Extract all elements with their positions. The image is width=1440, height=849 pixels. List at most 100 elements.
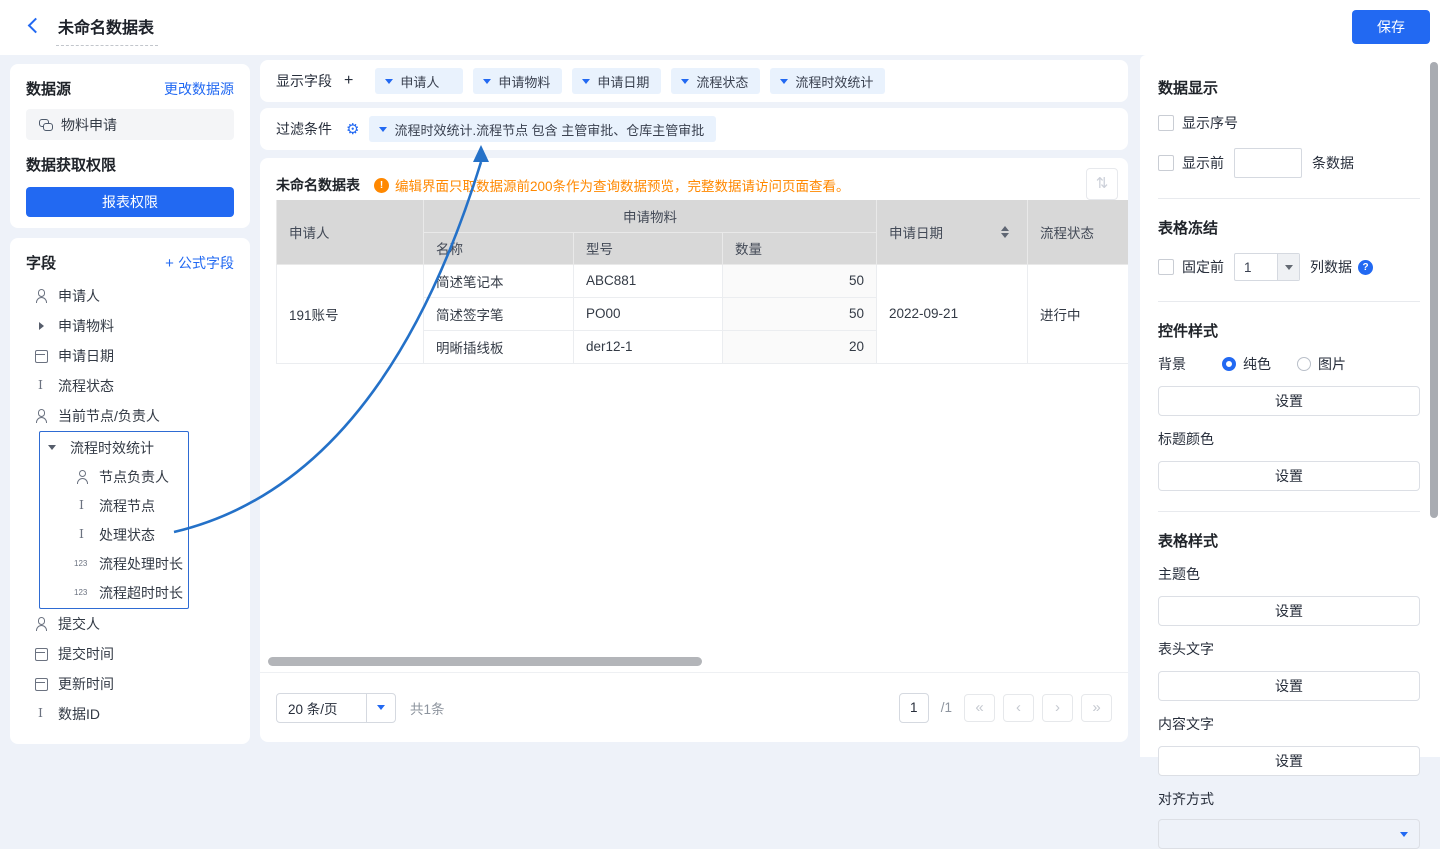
last-page-icon[interactable]: »	[1081, 694, 1112, 722]
topbar: 未命名数据表 保存	[0, 0, 1440, 55]
filter-condition-chip[interactable]: 流程时效统计.流程节点 包含 主管审批、仓库主管审批	[369, 116, 716, 142]
display-field-chip-material[interactable]: 申请物料	[473, 68, 562, 94]
first-page-icon[interactable]: «	[964, 694, 995, 722]
cell-qty: 20	[723, 330, 877, 363]
preview-notice: ! 编辑界面只取数据源前200条作为查询数据预览，完整数据请访问页面查看。	[374, 175, 850, 195]
fix-columns-checkbox[interactable]	[1158, 259, 1174, 275]
radio-image[interactable]	[1297, 357, 1311, 371]
table-row: 191账号 简述笔记本 ABC881 50 2022-09-21 进行中	[277, 264, 1129, 297]
add-display-field-button[interactable]: +	[344, 72, 353, 90]
show-first-label: 显示前	[1182, 153, 1224, 173]
page-size-select[interactable]: 20 条/页	[276, 693, 396, 723]
chevron-down-icon	[366, 694, 395, 722]
text-icon	[33, 378, 49, 394]
field-item-node-owner[interactable]: 节点负责人	[40, 462, 188, 491]
field-group-flow-stats[interactable]: 流程时效统计	[40, 433, 188, 462]
background-label: 背景	[1158, 354, 1222, 374]
field-item-flow-status[interactable]: 流程状态	[26, 371, 234, 401]
field-item-handle-status[interactable]: 处理状态	[40, 520, 188, 549]
add-formula-field-link[interactable]: + 公式字段	[165, 253, 234, 273]
align-select[interactable]	[1158, 819, 1420, 849]
save-button[interactable]: 保存	[1352, 10, 1430, 44]
chevron-down-icon	[780, 79, 788, 84]
table-style-heading: 表格样式	[1158, 530, 1420, 551]
show-first-checkbox[interactable]	[1158, 155, 1174, 171]
column-header-model: 型号	[574, 232, 723, 264]
field-item-data-id[interactable]: 数据ID	[26, 699, 234, 729]
pagination-bar: 20 条/页 共1条 /1 « ‹ › »	[260, 672, 1128, 742]
title-color-set-button[interactable]: 设置	[1158, 461, 1420, 491]
field-item-current-node[interactable]: 当前节点/负责人	[26, 401, 234, 431]
radio-image-label: 图片	[1318, 354, 1346, 374]
fix-columns-select[interactable]: 1	[1234, 253, 1300, 281]
cell-qty: 50	[723, 264, 877, 297]
cell-model: PO00	[574, 297, 723, 330]
user-icon	[33, 616, 49, 632]
calendar-icon	[33, 646, 49, 662]
divider	[1158, 198, 1420, 199]
vertical-scrollbar[interactable]	[1430, 62, 1438, 518]
radio-solid-color[interactable]	[1222, 357, 1236, 371]
column-header-date[interactable]: 申请日期	[877, 200, 1028, 264]
field-item-material[interactable]: 申请物料	[26, 311, 234, 341]
column-header-status: 流程状态	[1028, 200, 1128, 264]
question-icon[interactable]: ?	[1358, 260, 1373, 275]
user-icon	[33, 288, 49, 304]
text-icon	[74, 498, 90, 514]
display-field-chip-applicant[interactable]: 申请人	[375, 68, 463, 94]
chevron-down-icon	[483, 79, 491, 84]
expand-right-icon[interactable]	[33, 318, 49, 334]
field-item-apply-date[interactable]: 申请日期	[26, 341, 234, 371]
number-icon	[74, 585, 90, 601]
field-item-applicant[interactable]: 申请人	[26, 281, 234, 311]
horizontal-scrollbar[interactable]	[268, 657, 702, 666]
field-item-overtime-duration[interactable]: 流程超时时长	[40, 578, 188, 607]
chevron-down-icon	[385, 79, 393, 84]
gear-icon[interactable]: ⚙	[346, 122, 359, 137]
display-field-chip-flow-stats[interactable]: 流程时效统计	[770, 68, 885, 94]
back-icon[interactable]	[28, 20, 39, 31]
cell-name: 明晰插线板	[424, 330, 574, 363]
cell-name: 简述签字笔	[424, 297, 574, 330]
display-field-chip-date[interactable]: 申请日期	[572, 68, 661, 94]
report-permission-button[interactable]: 报表权限	[26, 187, 234, 217]
column-header-name: 名称	[424, 232, 574, 264]
field-item-submitter[interactable]: 提交人	[26, 609, 234, 639]
theme-color-set-button[interactable]: 设置	[1158, 596, 1420, 626]
cell-name: 简述笔记本	[424, 264, 574, 297]
user-icon	[33, 408, 49, 424]
change-datasource-link[interactable]: 更改数据源	[164, 79, 234, 99]
expand-down-icon[interactable]	[45, 440, 61, 456]
datasource-item[interactable]: 物料申请	[26, 109, 234, 140]
datasource-heading: 数据源	[26, 78, 71, 99]
page-title[interactable]: 未命名数据表	[56, 14, 158, 46]
table-title: 未命名数据表	[276, 175, 360, 195]
field-item-flow-node[interactable]: 流程节点	[40, 491, 188, 520]
cell-model: der12-1	[574, 330, 723, 363]
header-text-set-button[interactable]: 设置	[1158, 671, 1420, 701]
page-number-input[interactable]	[899, 693, 929, 723]
sort-arrows-icon[interactable]	[1001, 226, 1009, 238]
sort-icon[interactable]: ⇅	[1086, 168, 1118, 200]
field-item-submit-time[interactable]: 提交时间	[26, 639, 234, 669]
datasource-item-label: 物料申请	[61, 115, 117, 135]
display-field-chip-status[interactable]: 流程状态	[671, 68, 760, 94]
chevron-down-icon	[1400, 832, 1408, 837]
fields-heading: 字段	[26, 252, 56, 273]
chevron-down-icon	[379, 127, 387, 132]
next-page-icon[interactable]: ›	[1042, 694, 1073, 722]
prev-page-icon[interactable]: ‹	[1003, 694, 1034, 722]
background-set-button[interactable]: 设置	[1158, 386, 1420, 416]
content-text-set-button[interactable]: 设置	[1158, 746, 1420, 776]
calendar-icon	[33, 348, 49, 364]
field-item-update-time[interactable]: 更新时间	[26, 669, 234, 699]
divider	[1158, 301, 1420, 302]
header-text-label: 表头文字	[1158, 639, 1420, 659]
show-first-count-input[interactable]	[1234, 148, 1302, 178]
show-first-suffix: 条数据	[1312, 153, 1354, 173]
show-index-checkbox[interactable]	[1158, 115, 1174, 131]
plus-icon: +	[165, 255, 178, 272]
field-item-handle-duration[interactable]: 流程处理时长	[40, 549, 188, 578]
freeze-heading: 表格冻结	[1158, 217, 1420, 238]
total-count: 共1条	[410, 698, 445, 718]
